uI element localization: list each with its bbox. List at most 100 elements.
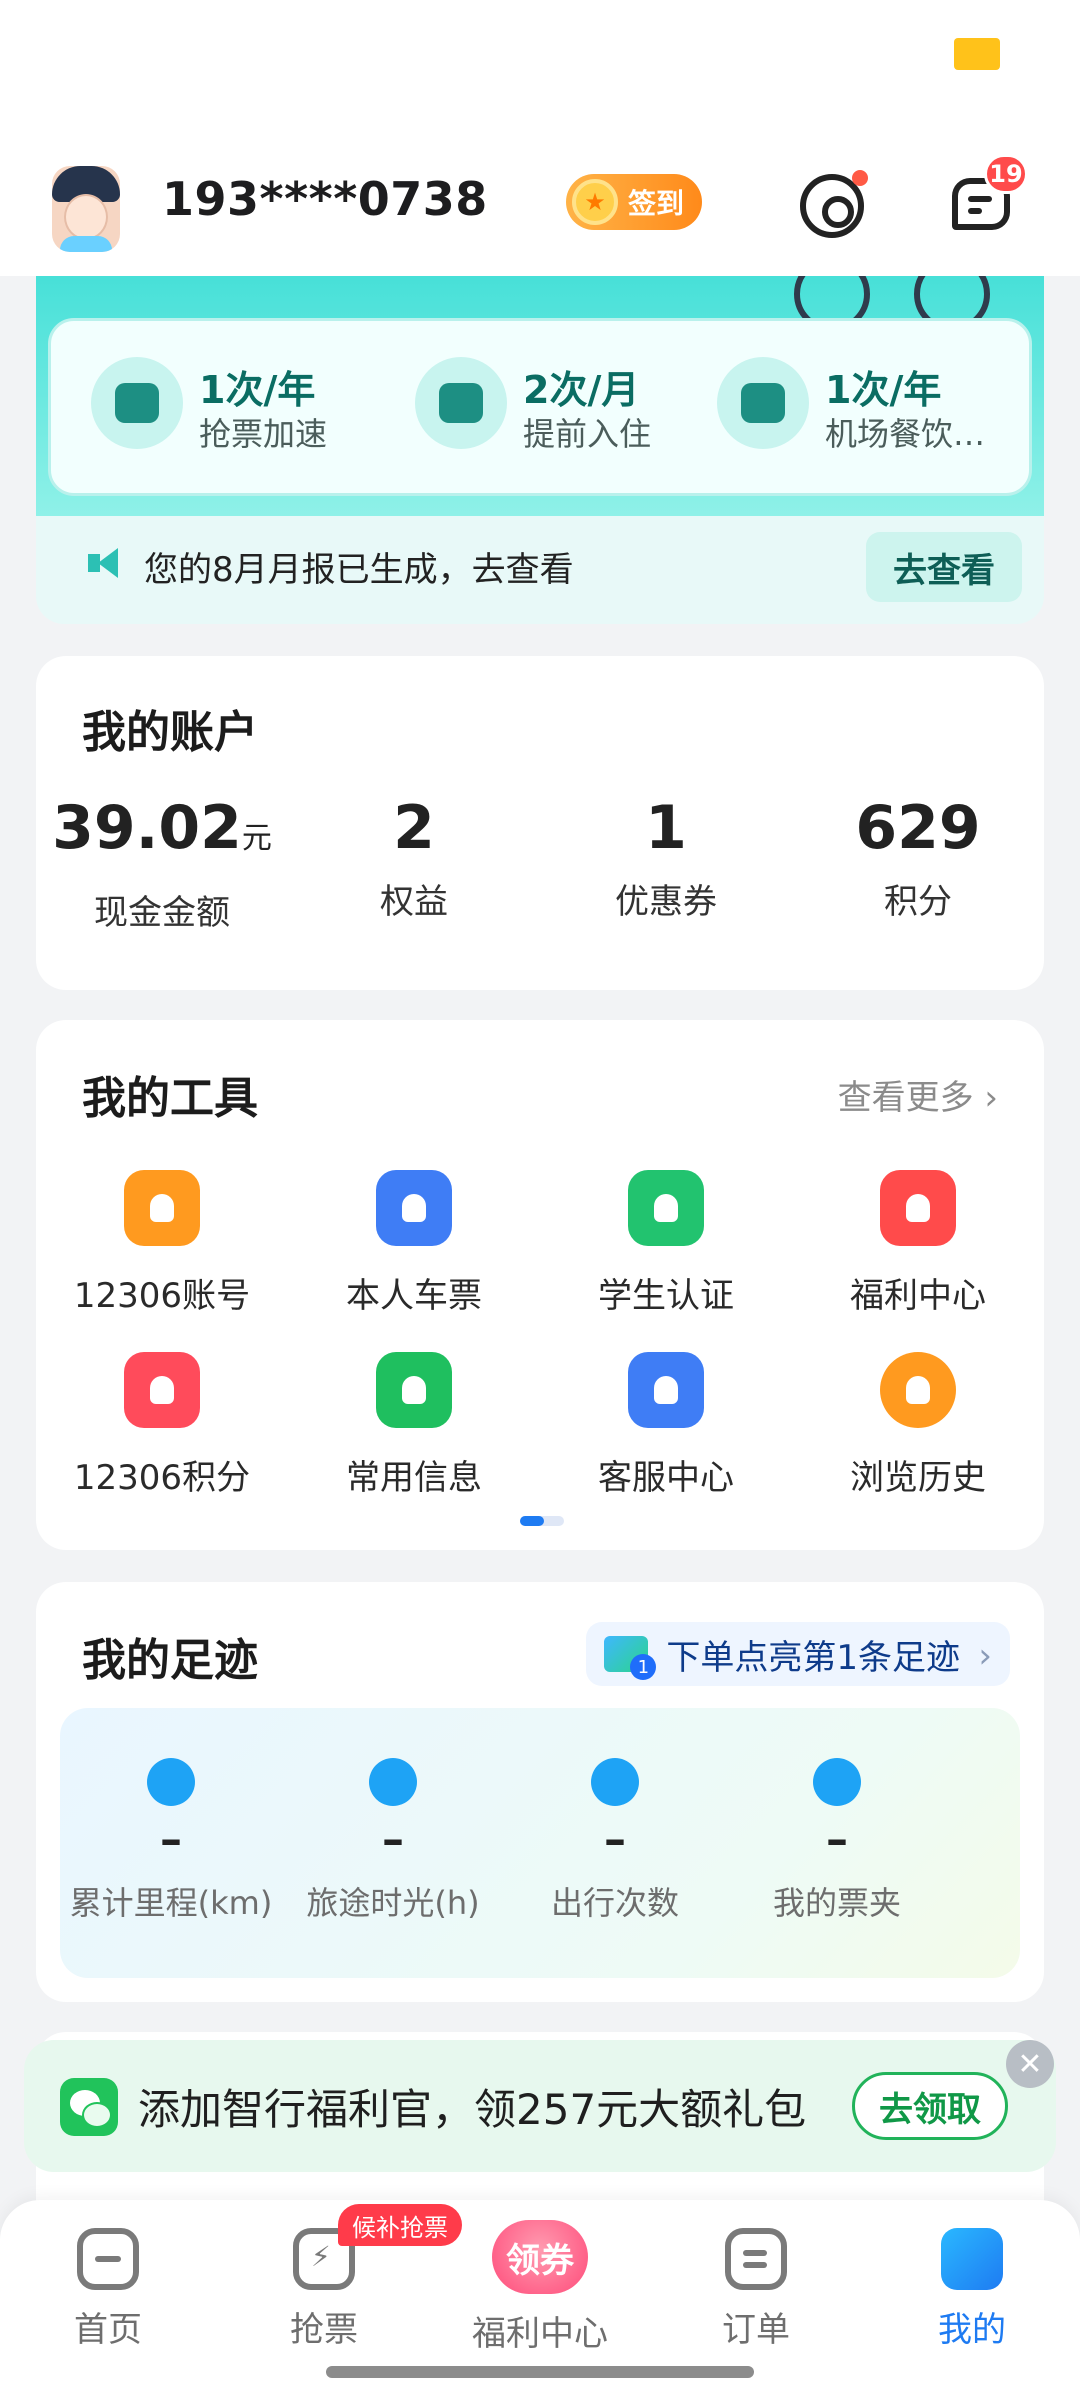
tool-label: 学生认证: [598, 1276, 734, 1316]
tool-12306-account[interactable]: 12306账号: [36, 1170, 288, 1317]
tool-label: 本人车票: [346, 1276, 482, 1316]
page-indicator: [520, 1516, 564, 1526]
account-rights[interactable]: 2 权益: [288, 792, 540, 923]
stat-value: –: [160, 1814, 182, 1865]
footprint-stats: – 累计里程(km) – 旅途时光(h) – 出行次数 – 我的票夹: [60, 1708, 1020, 1978]
alarm-clock-icon: [369, 1758, 417, 1806]
chevron-right-icon: ›: [978, 1636, 992, 1676]
account-points[interactable]: 629 积分: [792, 792, 1044, 923]
account-card: 我的账户 39.02元 现金金额 2 权益 1 优惠券 629 积分: [36, 656, 1044, 990]
account-label: 权益: [380, 882, 448, 922]
stat-ticket-wallet[interactable]: – 我的票夹: [726, 1758, 948, 1924]
home-indicator[interactable]: [326, 2366, 754, 2378]
tool-12306-points[interactable]: 12306积分: [36, 1352, 288, 1499]
benefit-card: 1次/年 抢票加速 2次/月 提前入住 1次/年 机场餐饮…: [48, 318, 1032, 496]
benefit-title: 1次/年: [199, 368, 316, 412]
view-report-button[interactable]: 去查看: [866, 532, 1022, 602]
account-value: 629: [855, 793, 981, 863]
tool-welfare-center[interactable]: 福利中心: [792, 1170, 1044, 1317]
account-label: 优惠券: [615, 882, 717, 922]
nav-label: 抢票: [290, 2310, 358, 2350]
scan-notification-dot: [852, 170, 868, 186]
tool-customer-service[interactable]: 客服中心: [540, 1352, 792, 1499]
tool-label: 福利中心: [850, 1276, 986, 1316]
dining-cloche-icon: [717, 357, 809, 449]
account-value: 39.02元: [52, 793, 272, 863]
tool-student-verify[interactable]: 学生认证: [540, 1170, 792, 1317]
signin-button[interactable]: ★ 签到: [566, 174, 702, 230]
order-list-icon: [725, 2228, 787, 2290]
footprint-card: 我的足迹 1 下单点亮第1条足迹 › – 累计里程(km) – 旅途时光(h) …: [36, 1582, 1044, 2002]
account-title: 我的账户: [82, 707, 258, 758]
account-cash[interactable]: 39.02元 现金金额: [36, 792, 288, 934]
benefit-title: 2次/月: [523, 368, 640, 412]
waitlist-badge: 候补抢票: [338, 2204, 462, 2246]
wechat-icon: [60, 2078, 118, 2136]
account-icon: [124, 1170, 200, 1246]
benefit-item-grab-accel[interactable]: 1次/年 抢票加速: [91, 357, 391, 457]
stat-label: 累计里程(km): [69, 1884, 273, 1922]
coupon-icon: 领券: [492, 2220, 588, 2294]
wallet-icon: [813, 1758, 861, 1806]
avatar-shirt: [60, 236, 112, 252]
message-count-badge: 19: [984, 154, 1028, 194]
nav-welfare-center[interactable]: 领券 福利中心: [460, 2220, 620, 2355]
nav-label: 首页: [74, 2310, 142, 2350]
tools-card: 我的工具 查看更多 › 12306账号 本人车票 学生认证 福利中心 12306…: [36, 1020, 1044, 1550]
tool-label: 客服中心: [598, 1458, 734, 1498]
tool-common-info[interactable]: 常用信息: [288, 1352, 540, 1499]
avatar-face: [64, 194, 108, 240]
stat-trip-count[interactable]: – 出行次数: [504, 1758, 726, 1924]
member-benefits: 1次/年 抢票加速 2次/月 提前入住 1次/年 机场餐饮… 您的8月月报已生成…: [36, 276, 1044, 624]
stat-mileage[interactable]: – 累计里程(km): [60, 1758, 282, 1924]
clock-icon: [880, 1352, 956, 1428]
claim-button[interactable]: 去领取: [852, 2072, 1008, 2140]
account-label: 积分: [884, 882, 952, 922]
stat-label: 我的票夹: [772, 1884, 901, 1922]
profile-header: 193****0738 ★ 签到 19: [0, 150, 1080, 276]
account-label: 现金金额: [94, 893, 230, 933]
wechat-promo-banner[interactable]: 添加智行福利官，领257元大额礼包 去领取: [24, 2040, 1056, 2172]
tool-browse-history[interactable]: 浏览历史: [792, 1352, 1044, 1499]
stat-value: –: [382, 1814, 404, 1865]
graduation-cap-icon: [628, 1170, 704, 1246]
stat-value: –: [604, 1814, 626, 1865]
benefit-item-airport-dining[interactable]: 1次/年 机场餐饮…: [717, 357, 1017, 457]
benefit-item-early-checkin[interactable]: 2次/月 提前入住: [415, 357, 715, 457]
star-coin-icon: ★: [572, 179, 618, 225]
nav-label: 订单: [722, 2310, 790, 2350]
account-coupons[interactable]: 1 优惠券: [540, 792, 792, 923]
nav-grab-tickets[interactable]: 抢票: [244, 2228, 404, 2351]
stat-value: –: [826, 1814, 848, 1865]
footprint-cta-text: 下单点亮第1条足迹: [666, 1637, 960, 1678]
nav-label: 福利中心: [472, 2314, 608, 2354]
stat-label: 出行次数: [550, 1884, 679, 1922]
ticket-person-icon: [376, 1170, 452, 1246]
light-footprint-cta[interactable]: 1 下单点亮第1条足迹 ›: [586, 1622, 1010, 1686]
report-text: 您的8月月报已生成，去查看: [144, 550, 574, 590]
phone-number[interactable]: 193****0738: [162, 172, 488, 226]
tool-my-tickets[interactable]: 本人车票: [288, 1170, 540, 1317]
map-icon: 1: [604, 1636, 657, 1680]
view-more-link[interactable]: 查看更多 ›: [838, 1070, 998, 1119]
status-bar: [0, 0, 1080, 150]
benefit-subtitle: 抢票加速: [199, 415, 328, 453]
nav-orders[interactable]: 订单: [676, 2228, 836, 2351]
avatar[interactable]: [52, 166, 120, 252]
stat-label: 旅途时光(h): [306, 1884, 480, 1922]
nav-mine[interactable]: 我的: [892, 2228, 1052, 2351]
chat-bubble-icon: [628, 1352, 704, 1428]
profile-tab-icon: [941, 2228, 1003, 2290]
benefit-subtitle: 提前入住: [523, 415, 652, 453]
contact-card-icon: [376, 1352, 452, 1428]
close-icon[interactable]: ✕: [1006, 2040, 1054, 2088]
nav-home[interactable]: 首页: [28, 2228, 188, 2351]
benefit-subtitle: 机场餐饮…: [825, 415, 986, 453]
tool-label: 浏览历史: [850, 1458, 986, 1498]
monthly-report-bar[interactable]: 您的8月月报已生成，去查看 去查看: [36, 508, 1044, 624]
gift-star-icon: [880, 1170, 956, 1246]
tool-label: 12306积分: [73, 1458, 251, 1498]
tool-label: 常用信息: [346, 1458, 482, 1498]
home-icon: [77, 2228, 139, 2290]
stat-travel-time[interactable]: – 旅途时光(h): [282, 1758, 504, 1924]
